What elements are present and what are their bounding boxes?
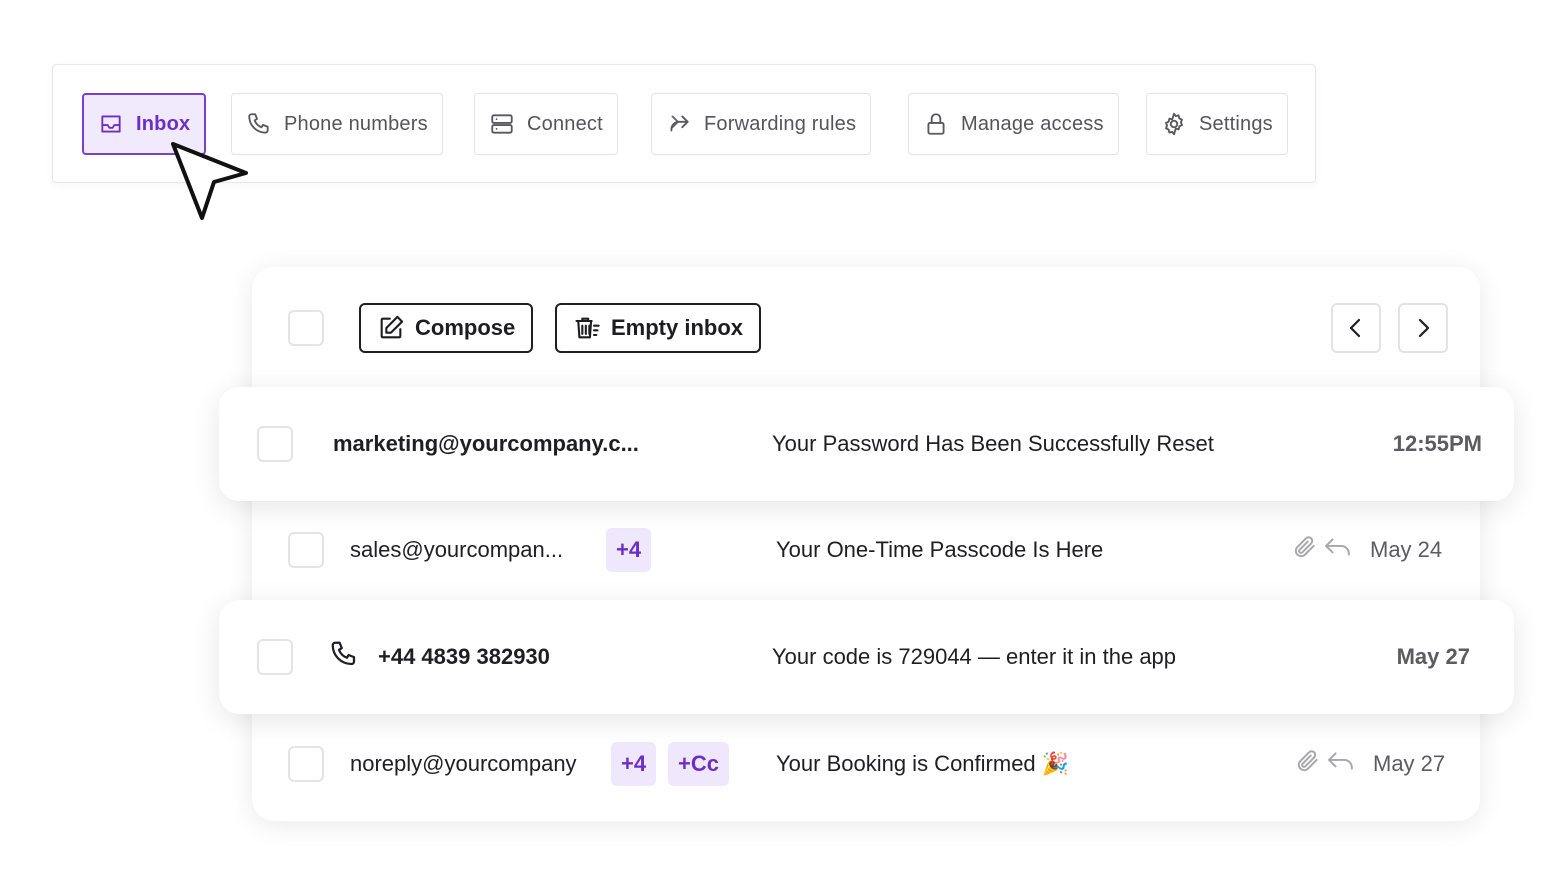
tab-label: Settings xyxy=(1199,112,1273,135)
chevron-right-icon xyxy=(1418,318,1430,338)
replied-icon xyxy=(1322,534,1354,566)
empty-inbox-button[interactable]: Empty inbox xyxy=(555,303,762,353)
tab-phone-numbers[interactable]: Phone numbers xyxy=(231,93,443,155)
compose-label: Compose xyxy=(415,315,516,340)
server-icon xyxy=(489,111,515,137)
next-page-button[interactable] xyxy=(1398,303,1448,353)
replied-icon xyxy=(1325,748,1357,780)
tab-connect[interactable]: Connect xyxy=(474,93,618,155)
select-all-checkbox[interactable] xyxy=(288,310,324,346)
timestamp: 12:55PM xyxy=(1392,431,1482,456)
row-checkbox[interactable] xyxy=(288,746,324,782)
message-row[interactable]: noreply@yourcompany +4 +Cc Your Booking … xyxy=(252,714,1480,814)
tab-label: Inbox xyxy=(136,112,191,135)
tab-label: Forwarding rules xyxy=(704,112,857,135)
previous-page-button[interactable] xyxy=(1331,303,1381,353)
phone-icon xyxy=(329,639,359,675)
mouse-pointer-icon xyxy=(171,142,248,220)
attachment-icon xyxy=(1295,748,1321,780)
row-checkbox[interactable] xyxy=(257,426,293,462)
tab-forwarding-rules[interactable]: Forwarding rules xyxy=(651,93,872,155)
message-row[interactable]: sales@yourcompan... +4 Your One-Time Pas… xyxy=(252,500,1480,600)
subject: Your Booking is Confirmed 🎉 xyxy=(776,751,1070,776)
sender: sales@yourcompan... xyxy=(350,537,564,562)
gear-icon xyxy=(1161,111,1187,137)
inbox-icon xyxy=(98,111,124,137)
timestamp: May 27 xyxy=(1396,644,1470,669)
empty-inbox-label: Empty inbox xyxy=(611,315,744,340)
edit-icon xyxy=(380,315,404,339)
message-row[interactable]: +44 4839 382930 Your code is 729044 — en… xyxy=(219,600,1514,714)
sender: +44 4839 382930 xyxy=(378,644,550,669)
tab-label: Phone numbers xyxy=(284,112,428,135)
attachment-icon xyxy=(1292,534,1318,566)
subject: Your code is 729044 — enter it in the ap… xyxy=(772,644,1177,669)
recipient-count-badge: +4 xyxy=(611,742,657,786)
message-row[interactable]: marketing@yourcompany.c... Your Password… xyxy=(219,387,1514,501)
row-checkbox[interactable] xyxy=(257,639,293,675)
subject: Your One-Time Passcode Is Here xyxy=(776,537,1104,562)
timestamp: May 27 xyxy=(1373,751,1446,776)
trash-icon xyxy=(575,317,600,339)
chevron-left-icon xyxy=(1349,318,1361,338)
row-checkbox[interactable] xyxy=(288,532,324,568)
tab-settings[interactable]: Settings xyxy=(1146,93,1288,155)
cc-badge: +Cc xyxy=(668,742,729,786)
subject: Your Password Has Been Successfully Rese… xyxy=(772,431,1214,456)
sender: marketing@yourcompany.c... xyxy=(333,431,639,456)
timestamp: May 24 xyxy=(1370,537,1443,562)
phone-icon xyxy=(246,111,272,137)
sender: noreply@yourcompany xyxy=(350,751,577,776)
lock-icon xyxy=(923,111,949,137)
tab-label: Manage access xyxy=(961,112,1104,135)
tab-label: Connect xyxy=(527,112,603,135)
forward-icon xyxy=(666,111,692,137)
tab-manage-access[interactable]: Manage access xyxy=(908,93,1119,155)
compose-button[interactable]: Compose xyxy=(359,303,534,353)
recipient-count-badge: +4 xyxy=(606,528,652,572)
